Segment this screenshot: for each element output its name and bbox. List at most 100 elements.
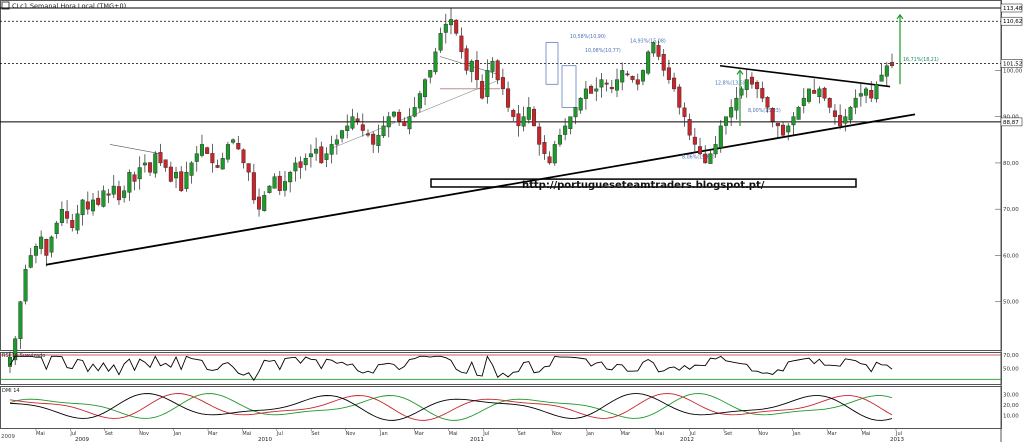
candle-body <box>874 84 879 100</box>
candle-body <box>381 125 386 137</box>
candle-body <box>656 45 661 57</box>
candle-body <box>23 269 28 302</box>
candle-body <box>70 220 75 228</box>
month-label: Mai <box>862 431 871 437</box>
candle-body <box>142 162 147 166</box>
y-tick-label: 70,00 <box>1003 207 1019 213</box>
price-label: 110,62 <box>1003 19 1022 25</box>
year-label: 2013 <box>890 437 904 442</box>
candle-body <box>319 146 324 164</box>
candle-body <box>661 54 666 71</box>
candle-body <box>729 107 734 118</box>
month-label: Mai <box>655 431 664 437</box>
candle-body <box>386 116 391 128</box>
month-label: Nov <box>552 431 562 437</box>
candle-body <box>703 153 708 164</box>
candle-body <box>80 199 85 216</box>
candle-body <box>376 134 381 146</box>
price-annotation: 10,58%(10,90) <box>570 34 606 40</box>
candle-body <box>542 142 547 154</box>
price-chart: CLc1 Semanal Hora Local (TMG+0) 10,58%(1… <box>0 0 1023 442</box>
candle-body <box>599 79 604 88</box>
candle-body <box>573 107 578 118</box>
price-annotation: 8,00%(15,23) <box>748 108 781 114</box>
candle-body <box>345 125 350 131</box>
candle-body <box>879 74 884 82</box>
corner-year-label: 2009 <box>1 434 15 440</box>
candle-body <box>199 144 204 156</box>
candle-body <box>360 124 365 131</box>
candle-body <box>417 93 422 109</box>
month-label: Nov <box>758 431 768 437</box>
candle-body <box>718 125 723 148</box>
candle-body <box>39 236 44 249</box>
candle-body <box>443 23 448 33</box>
candle-body <box>122 190 127 198</box>
candle-body <box>402 121 407 127</box>
chart-window: CLc1 Semanal Hora Local (TMG+0) 10,58%(1… <box>0 0 1023 442</box>
candle-body <box>578 97 583 111</box>
candle-body <box>640 70 645 82</box>
candle-body <box>91 199 96 212</box>
candle-body <box>391 111 396 117</box>
candle-body <box>215 165 220 168</box>
y-tick-label: 100,00 <box>1003 68 1023 74</box>
candle-body <box>464 48 469 71</box>
candle-body <box>755 82 760 90</box>
candle-body <box>620 70 625 83</box>
candle-body <box>272 176 277 189</box>
candle-body <box>59 208 64 223</box>
candle-body <box>801 97 806 106</box>
candle-body <box>168 166 173 182</box>
candle-body <box>635 79 640 85</box>
candle-body <box>781 124 786 136</box>
candle-body <box>371 133 376 145</box>
candle-body <box>49 236 54 253</box>
candle-body <box>329 144 334 155</box>
candle-body <box>568 116 573 129</box>
candle-body <box>412 107 417 117</box>
candle-body <box>314 148 319 154</box>
month-label: Nov <box>346 431 356 437</box>
candle-body <box>148 162 153 173</box>
candle-body <box>65 211 70 219</box>
price-label: 113,48 <box>1003 6 1023 12</box>
candle-body <box>890 62 895 66</box>
candle-body <box>220 158 225 170</box>
candle-body <box>308 153 313 158</box>
candle-body <box>324 153 329 160</box>
candle-body <box>532 108 537 127</box>
candle-body <box>884 65 889 77</box>
price-annotation: 12,8%(13,5) <box>715 80 745 86</box>
month-label: Jan <box>173 431 182 437</box>
month-label: Set <box>105 431 113 437</box>
y-tick-label: 80,00 <box>1003 161 1019 167</box>
month-label: Jan <box>379 431 388 437</box>
candle-body <box>153 153 158 174</box>
candle-body <box>459 35 464 53</box>
candle-body <box>604 82 609 85</box>
candle-body <box>231 139 236 143</box>
candle-body <box>127 171 132 193</box>
candle-body <box>397 111 402 122</box>
rsi-title: RSI 14 Suavizado <box>2 353 45 359</box>
candle-body <box>744 79 749 90</box>
price-label: 88,87 <box>1003 120 1019 126</box>
candle-body <box>189 162 194 176</box>
candle-body <box>111 185 116 195</box>
month-label: Set <box>724 431 732 437</box>
candle-body <box>246 163 251 173</box>
candle-body <box>630 76 635 80</box>
candle-body <box>749 76 754 85</box>
candle-body <box>495 60 500 80</box>
candle-body <box>827 98 832 108</box>
candle-body <box>765 97 770 108</box>
month-label: Mar <box>414 431 424 437</box>
candle-body <box>838 115 843 127</box>
price-annotation: 14,93%(15,08) <box>630 39 666 45</box>
candle-body <box>511 110 516 117</box>
year-label: 2010 <box>258 437 272 442</box>
rsi-tick-label: 50,00 <box>1003 367 1019 373</box>
candle-body <box>506 88 511 108</box>
candle-body <box>723 116 728 126</box>
